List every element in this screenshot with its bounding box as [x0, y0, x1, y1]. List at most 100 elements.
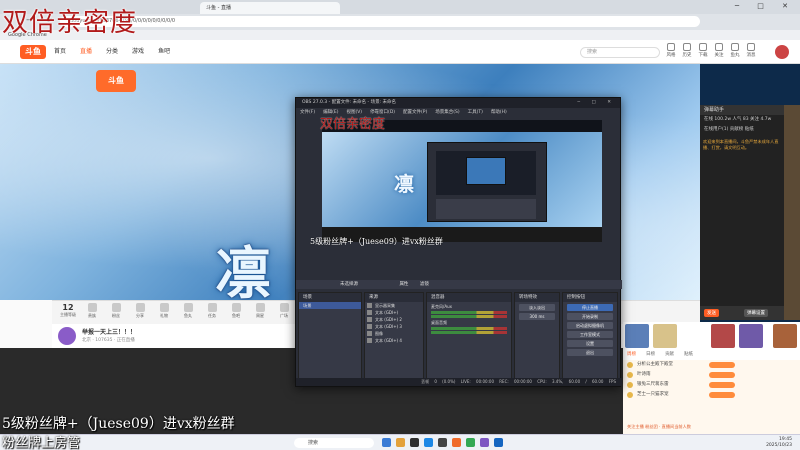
- volume-meter[interactable]: [431, 327, 507, 330]
- header-icon-follow[interactable]: 关注: [713, 43, 725, 58]
- toolbar-item-plaza[interactable]: 广场: [276, 303, 292, 319]
- toolbar-item-noble[interactable]: 贵族: [84, 303, 100, 319]
- rank-row[interactable]: 银兔三尺蒋东雷: [623, 380, 800, 390]
- source-item[interactable]: 图像: [365, 330, 423, 337]
- obs-controls-dock: 控制按钮 停止直播 开始录制 启动虚拟摄像机 工作室模式 设置 退出: [562, 292, 618, 380]
- windows-start-icon[interactable]: [382, 438, 391, 447]
- start-recording-button[interactable]: 开始录制: [567, 313, 613, 320]
- header-icon-fishball[interactable]: 鱼丸: [729, 43, 741, 58]
- taskbar: 搜索 19:45 2025/10/23: [0, 434, 800, 450]
- toolbar-item-weekstar[interactable]: 周星: [252, 303, 268, 319]
- anchor-level[interactable]: 12 主播等级: [56, 303, 80, 318]
- obs-properties-button[interactable]: 属性: [399, 282, 408, 287]
- chat-stats: 在线 100.2w 人气 83 关注 4.7w: [704, 117, 772, 122]
- message-icon: [747, 43, 755, 51]
- nav-games[interactable]: 游戏: [132, 40, 144, 64]
- streamer-avatar[interactable]: [58, 327, 76, 345]
- steam-icon[interactable]: [494, 438, 503, 447]
- tab-daily[interactable]: 日榜: [646, 350, 655, 360]
- taskbar-search[interactable]: 搜索: [294, 438, 374, 448]
- app-icon[interactable]: [480, 438, 489, 447]
- site-logo[interactable]: 斗鱼: [20, 45, 46, 59]
- obs-menu-tools[interactable]: 工具(T): [468, 108, 483, 117]
- toolbar-item-share[interactable]: 分享: [132, 303, 148, 319]
- recommend-thumb[interactable]: [773, 324, 797, 348]
- site-search-input[interactable]: 搜索: [580, 47, 660, 58]
- chat-send-button[interactable]: 发送: [704, 309, 719, 317]
- source-item[interactable]: 文本 (GDI+): [365, 309, 423, 316]
- obs-filters-button[interactable]: 滤镜: [420, 282, 429, 287]
- volume-meter[interactable]: [431, 311, 507, 314]
- volume-meter[interactable]: [431, 315, 507, 318]
- nav-category[interactable]: 分类: [106, 40, 118, 64]
- obs-menu-profile[interactable]: 配置文件(P): [403, 108, 427, 117]
- nav-live[interactable]: 直播: [80, 40, 92, 64]
- user-avatar[interactable]: [775, 45, 789, 59]
- streamer-name: 举报一天上三！！！: [82, 329, 137, 336]
- douyu-app-icon[interactable]: [452, 438, 461, 447]
- obs-statusbar: 丢帧 0 (0.0%) LIVE: 00:00:00 REC: 00:00:00…: [296, 378, 622, 386]
- recommend-thumb[interactable]: [625, 324, 649, 348]
- exit-button[interactable]: 退出: [567, 349, 613, 356]
- address-bar[interactable]: douyu.com/9937064793/0/0/0/0/0/0/0/0/0: [60, 16, 700, 27]
- recommend-thumb[interactable]: [739, 324, 763, 348]
- history-icon: [683, 43, 691, 51]
- rank-row[interactable]: 芝士一只猫求宠: [623, 390, 800, 400]
- settings-button[interactable]: 设置: [567, 340, 613, 347]
- transition-duration[interactable]: 300 ms: [519, 313, 555, 320]
- volume-meter[interactable]: [431, 331, 507, 334]
- tab-sticker[interactable]: 贴纸: [684, 350, 693, 360]
- taskbar-clock[interactable]: 19:45 2025/10/23: [766, 437, 792, 449]
- window-controls[interactable]: ─ □ ✕: [735, 2, 796, 10]
- toolbar-item-gift[interactable]: 礼物: [156, 303, 172, 319]
- obs-titlebar: OBS 27.0.3 - 配置文件: 未命名 - 场景: 未命名 ─ □ ✕: [296, 98, 620, 108]
- obs-menu-file[interactable]: 文件(F): [300, 108, 315, 117]
- toolbar-item-fishball[interactable]: 鱼丸: [180, 303, 196, 319]
- header-icon-history[interactable]: 历史: [681, 43, 693, 58]
- scene-item[interactable]: 场景: [299, 302, 361, 309]
- site-header: 斗鱼 首页 直播 分类 游戏 鱼吧 搜索 风格 历史 下载 关注 鱼丸 消息: [0, 40, 800, 64]
- rank-panel: 周榜 日榜 贡献 贴纸 分析公主殿下殿堂 叶诗雨 银兔三尺蒋东雷 芝士一只猫求宠…: [623, 350, 800, 434]
- chat-settings-button[interactable]: 弹幕设置: [744, 309, 768, 317]
- obs-icon[interactable]: [438, 438, 447, 447]
- edge-icon[interactable]: [424, 438, 433, 447]
- source-item[interactable]: 文本 (GDI+) 3: [365, 323, 423, 330]
- header-icons: 风格 历史 下载 关注 鱼丸 消息: [665, 43, 757, 58]
- toolbar-item-fans[interactable]: 粉丝: [108, 303, 124, 319]
- toolbar-item-yuba[interactable]: 鱼吧: [228, 303, 244, 319]
- obs-menu-scenes[interactable]: 场景集合(S): [435, 108, 459, 117]
- nav-home[interactable]: 首页: [54, 40, 66, 64]
- recommend-thumb[interactable]: [711, 324, 735, 348]
- studio-mode-button[interactable]: 工作室模式: [567, 331, 613, 338]
- chat-tabs[interactable]: 在线用户(1) 贡献榜 贴纸: [700, 125, 784, 135]
- virtual-camera-button[interactable]: 启动虚拟摄像机: [567, 322, 613, 329]
- style-icon: [667, 43, 675, 51]
- source-item[interactable]: 显示器采集: [365, 302, 423, 309]
- rank-row[interactable]: 分析公主殿下殿堂: [623, 360, 800, 370]
- chrome-icon[interactable]: [466, 438, 475, 447]
- header-icon-download[interactable]: 下载: [697, 43, 709, 58]
- header-icon-message[interactable]: 消息: [745, 43, 757, 58]
- tab-contribution[interactable]: 贡献: [665, 350, 674, 360]
- obs-preview-overlay-title: 双倍亲密度: [320, 117, 386, 132]
- recommend-strip: [623, 322, 800, 350]
- taskbar-apps: [382, 438, 503, 447]
- recommend-thumb[interactable]: [653, 324, 677, 348]
- recursive-obs-capture: [427, 142, 547, 222]
- source-item[interactable]: 文本 (GDI+) 2: [365, 316, 423, 323]
- obs-menu-help[interactable]: 帮助(H): [491, 108, 507, 117]
- rank-row[interactable]: 叶诗雨: [623, 370, 800, 380]
- file-explorer-icon[interactable]: [396, 438, 405, 447]
- browser-tab[interactable]: 斗鱼 - 直播: [200, 2, 340, 14]
- header-icon-style[interactable]: 风格: [665, 43, 677, 58]
- source-item[interactable]: 文本 (GDI+) 4: [365, 337, 423, 344]
- nav-yuba[interactable]: 鱼吧: [158, 40, 170, 64]
- obs-window-controls[interactable]: ─ □ ✕: [577, 98, 616, 108]
- transition-select[interactable]: 淡入淡出: [519, 304, 555, 311]
- tab-weekly[interactable]: 周榜: [627, 350, 636, 360]
- obs-preview[interactable]: 凛: [322, 120, 602, 242]
- toolbar-item-task[interactable]: 任务: [204, 303, 220, 319]
- stop-streaming-button[interactable]: 停止直播: [567, 304, 613, 311]
- terminal-icon[interactable]: [410, 438, 419, 447]
- rank-medal-icon: [627, 362, 633, 368]
